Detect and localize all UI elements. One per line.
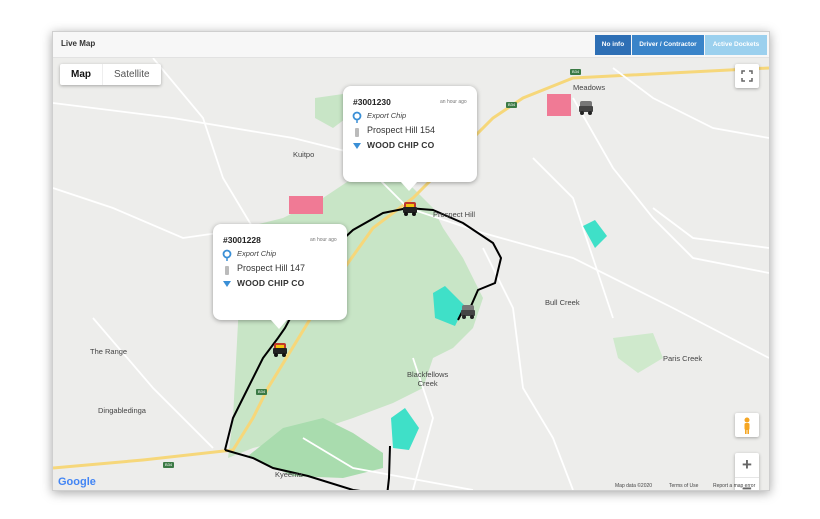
pegman-icon xyxy=(744,417,750,434)
geofence-zone xyxy=(391,408,419,450)
geofence-zone xyxy=(583,220,607,248)
place-label-dingabledinga: Dingabledinga xyxy=(98,406,146,415)
truck-marker-icon[interactable] xyxy=(577,100,595,116)
geofence-zone xyxy=(547,94,571,116)
place-label-paris-creek: Paris Creek xyxy=(663,354,703,363)
street-view-button[interactable] xyxy=(735,413,759,437)
docket-company: WOOD CHIP CO xyxy=(367,140,435,150)
panel-title: Live Map xyxy=(61,39,96,48)
truck-marker-icon[interactable] xyxy=(271,342,289,358)
map-canvas[interactable]: Meadows Kuitpo Prospect Hill Bull Creek … xyxy=(53,58,769,490)
place-label-kyeema: Kyeema xyxy=(275,470,303,479)
road-shield: B34 xyxy=(506,102,518,108)
forest-area xyxy=(613,333,663,373)
docket-popup[interactable]: #3001228 an hour ago Export Chip Prospec… xyxy=(213,224,347,329)
road-shield: B34 xyxy=(256,389,268,395)
docket-id: #3001230 xyxy=(353,97,391,107)
docket-location: Prospect Hill 147 xyxy=(237,263,306,273)
active-dockets-button[interactable]: Active Dockets xyxy=(705,35,767,55)
popup-tail xyxy=(401,182,417,191)
fullscreen-button[interactable] xyxy=(735,64,759,88)
map-data-attribution: Map data ©2020 xyxy=(615,483,653,489)
popup-tail xyxy=(271,320,287,329)
docket-id: #3001228 xyxy=(223,235,261,245)
docket-product: Export Chip xyxy=(367,111,407,120)
place-label-the-range: The Range xyxy=(90,347,128,356)
place-label-kuitpo: Kuitpo xyxy=(293,150,315,159)
no-info-button[interactable]: No info xyxy=(595,35,631,55)
docket-time: an hour ago xyxy=(310,237,337,243)
docket-location: Prospect Hill 154 xyxy=(367,125,436,135)
pin-icon xyxy=(352,111,362,149)
satellite-view-button[interactable]: Satellite xyxy=(102,64,161,85)
geofence-zone xyxy=(289,196,323,214)
driver-contractor-button[interactable]: Driver / Contractor xyxy=(632,35,704,55)
panel-header: Live Map No info Driver / Contractor Act… xyxy=(53,32,769,58)
live-map-panel: Live Map No info Driver / Contractor Act… xyxy=(52,31,770,491)
terms-link[interactable]: Terms of Use xyxy=(669,483,698,489)
road-shield: B34 xyxy=(570,69,582,75)
pin-icon xyxy=(222,249,232,287)
docket-product: Export Chip xyxy=(237,249,277,258)
place-label-bull-creek: Bull Creek xyxy=(545,298,580,307)
google-logo: Google xyxy=(58,476,96,488)
map-type-toggle: Map Satellite xyxy=(60,64,161,85)
truck-marker-icon[interactable] xyxy=(401,201,419,217)
truck-marker-icon[interactable] xyxy=(459,304,477,320)
road-shield: B34 xyxy=(163,462,175,468)
docket-popup[interactable]: #3001230 an hour ago Export Chip Prospec… xyxy=(343,86,477,191)
fullscreen-icon xyxy=(741,70,753,82)
place-label-prospect-hill: Prospect Hill xyxy=(433,210,476,219)
docket-company: WOOD CHIP CO xyxy=(237,278,305,288)
place-label-blackfellows-creek: Blackfellows Creek xyxy=(407,370,449,388)
zoom-in-button[interactable]: + xyxy=(735,453,759,478)
docket-time: an hour ago xyxy=(440,99,467,105)
place-label-meadows: Meadows xyxy=(573,83,606,92)
map-view-button[interactable]: Map xyxy=(60,64,102,85)
report-error-link[interactable]: Report a map error xyxy=(713,483,755,489)
